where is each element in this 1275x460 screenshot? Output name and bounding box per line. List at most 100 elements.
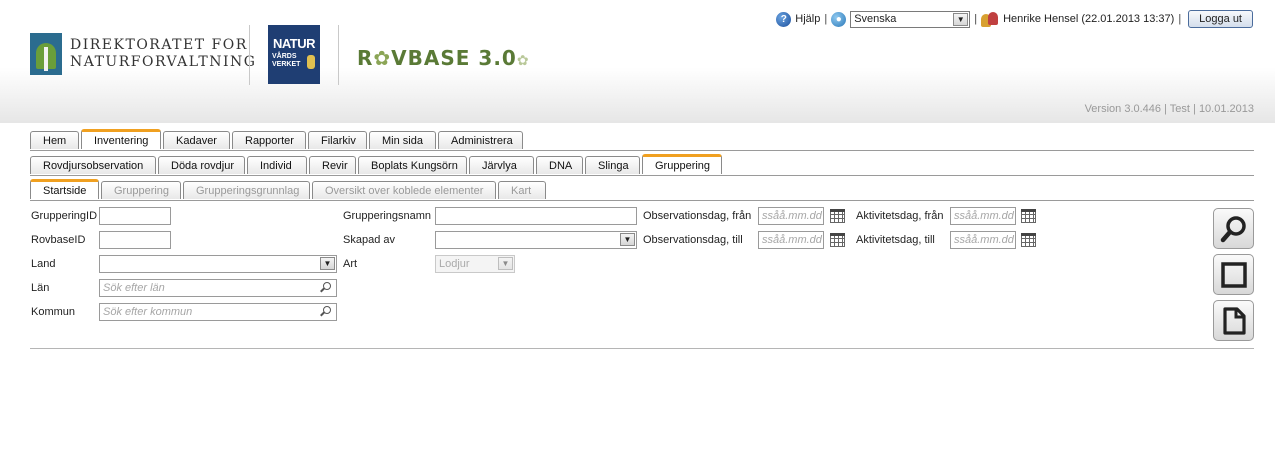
calendar-icon[interactable]: [1021, 233, 1036, 247]
logo-divider: [338, 25, 339, 85]
dn-logo-line-1: DIREKTORATET FOR: [70, 37, 248, 53]
tab-dna[interactable]: DNA: [536, 156, 583, 174]
language-value: Svenska: [854, 13, 897, 25]
calendar-icon[interactable]: [830, 233, 845, 247]
dn-logo-line-2: NATURFORVALTNING: [70, 54, 257, 70]
dn-logo-mark: [30, 33, 62, 75]
grupperingsnamn-input[interactable]: [435, 207, 637, 225]
separator: |: [824, 13, 828, 25]
sub-tabs-baseline: [30, 175, 1254, 176]
help-icon[interactable]: ?: [776, 11, 792, 27]
tab-gruppering[interactable]: Gruppering: [642, 154, 722, 174]
nv-logo-line-1: NATUR: [272, 36, 316, 51]
akt-till-input[interactable]: ssåå.mm.dd: [950, 231, 1016, 249]
gruppering-id-input[interactable]: [99, 207, 171, 225]
language-select[interactable]: Svenska ▼: [850, 10, 971, 28]
calendar-icon[interactable]: [1021, 209, 1036, 223]
logo-divider: [249, 25, 250, 85]
rovbase-logo-r: R: [357, 46, 374, 70]
tab-hem[interactable]: Hem: [30, 131, 79, 149]
akt-fran-input[interactable]: ssåå.mm.dd: [950, 207, 1016, 225]
kommun-placeholder: Sök efter kommun: [103, 306, 193, 318]
tab-jarvlya[interactable]: Järvlya: [469, 156, 534, 174]
tab-min-sida[interactable]: Min sida: [369, 131, 436, 149]
magnifier-icon: [1220, 215, 1246, 242]
obs-till-input[interactable]: ssåå.mm.dd: [758, 231, 824, 249]
gruppering-id-label: GrupperingID: [31, 210, 98, 222]
square-icon: [1220, 261, 1247, 288]
art-value: Lodjur: [439, 258, 470, 270]
kommun-label: Kommun: [31, 306, 76, 318]
obs-fran-label: Observationsdag, från: [643, 210, 752, 222]
search-icon[interactable]: [320, 306, 332, 318]
tab-boplats-kungsorn[interactable]: Boplats Kungsörn: [358, 156, 467, 174]
tab-kart: Kart: [498, 181, 546, 199]
chevron-down-icon[interactable]: ▼: [953, 12, 969, 26]
lan-placeholder: Sök efter län: [103, 282, 165, 294]
calendar-icon[interactable]: [830, 209, 845, 223]
dn-logo: DIREKTORATET FOR NATURFORVALTNING: [30, 33, 256, 75]
rovbase-id-input[interactable]: [99, 231, 171, 249]
version-info: Version 3.0.446 | Test | 10.01.2013: [1084, 103, 1254, 115]
tab-filarkiv[interactable]: Filarkiv: [308, 131, 367, 149]
globe-icon: ●: [831, 11, 847, 27]
tab-oversikt-koblede: Oversikt over koblede elementer: [312, 181, 496, 199]
page-header: DIREKTORATET FOR NATURFORVALTNING NATUR …: [0, 0, 1275, 123]
new-button[interactable]: [1213, 254, 1254, 295]
tab-doda-rovdjur[interactable]: Döda rovdjur: [158, 156, 245, 174]
form-bottom-divider: [30, 348, 1254, 349]
tab-individ[interactable]: Individ: [247, 156, 307, 174]
chevron-down-icon: ▼: [498, 257, 513, 270]
skapad-av-label: Skapad av: [343, 234, 395, 246]
view-tabs-baseline: [30, 200, 1254, 201]
rovbase-logo-text: VBASE 3.0: [391, 46, 517, 70]
search-button[interactable]: [1213, 208, 1254, 249]
tab-rapporter[interactable]: Rapporter: [232, 131, 306, 149]
users-icon: [981, 11, 999, 27]
document-button[interactable]: [1213, 300, 1254, 341]
lan-label: Län: [31, 282, 50, 294]
tab-inventering[interactable]: Inventering: [81, 129, 161, 149]
logout-button[interactable]: Logga ut: [1188, 10, 1253, 28]
akt-till-label: Aktivitetsdag, till: [856, 234, 935, 246]
tab-grupperingsgrunnlag: Grupperingsgrunnlag: [183, 181, 310, 199]
help-link[interactable]: Hjälp: [795, 13, 820, 25]
obs-fran-input[interactable]: ssåå.mm.dd: [758, 207, 824, 225]
paw-icon: ✿: [373, 46, 392, 70]
chevron-down-icon[interactable]: ▼: [620, 233, 635, 246]
crown-icon: [307, 55, 315, 69]
rovbase-logo: R✿VBASE 3.0✿: [357, 46, 530, 70]
akt-fran-label: Aktivitetsdag, från: [856, 210, 944, 222]
kommun-search-input[interactable]: Sök efter kommun: [99, 303, 337, 321]
art-label: Art: [343, 258, 358, 270]
main-tabs-baseline: [30, 150, 1254, 151]
naturvardsverket-logo: NATUR VÅRDS VERKET: [268, 25, 320, 84]
search-icon[interactable]: [320, 282, 332, 294]
skapad-av-select[interactable]: ▼: [435, 231, 637, 249]
document-icon: [1222, 306, 1246, 335]
tab-gruppering-view: Gruppering: [101, 181, 181, 199]
paw-icon: ✿: [516, 53, 530, 69]
obs-till-label: Observationsdag, till: [643, 234, 743, 246]
tab-administrera[interactable]: Administrera: [438, 131, 523, 149]
land-select[interactable]: ▼: [99, 255, 337, 273]
dn-logo-text: DIREKTORATET FOR NATURFORVALTNING: [70, 37, 256, 71]
chevron-down-icon[interactable]: ▼: [320, 257, 335, 270]
tab-startside[interactable]: Startside: [30, 179, 99, 199]
tab-revir[interactable]: Revir: [309, 156, 356, 174]
lan-search-input[interactable]: Sök efter län: [99, 279, 337, 297]
user-info: Henrike Hensel (22.01.2013 13:37): [1003, 13, 1175, 25]
rovbase-id-label: RovbaseID: [31, 234, 86, 246]
tab-kadaver[interactable]: Kadaver: [163, 131, 230, 149]
main-tabs: Hem Inventering Kadaver Rapporter Filark…: [30, 129, 523, 151]
art-select: Lodjur ▼: [435, 255, 515, 273]
tab-slinga[interactable]: Slinga: [585, 156, 640, 174]
separator: |: [974, 13, 978, 25]
view-tabs: Startside Gruppering Grupperingsgrunnlag…: [30, 179, 546, 201]
grupperingsnamn-label: Grupperingsnamn: [343, 210, 432, 222]
land-label: Land: [31, 258, 56, 270]
sub-tabs: Rovdjursobservation Döda rovdjur Individ…: [30, 154, 722, 176]
top-utility-bar: ? Hjälp | ● Svenska ▼ | Henrike Hensel (…: [776, 10, 1253, 28]
tab-rovdjursobservation[interactable]: Rovdjursobservation: [30, 156, 156, 174]
separator: |: [1178, 13, 1182, 25]
